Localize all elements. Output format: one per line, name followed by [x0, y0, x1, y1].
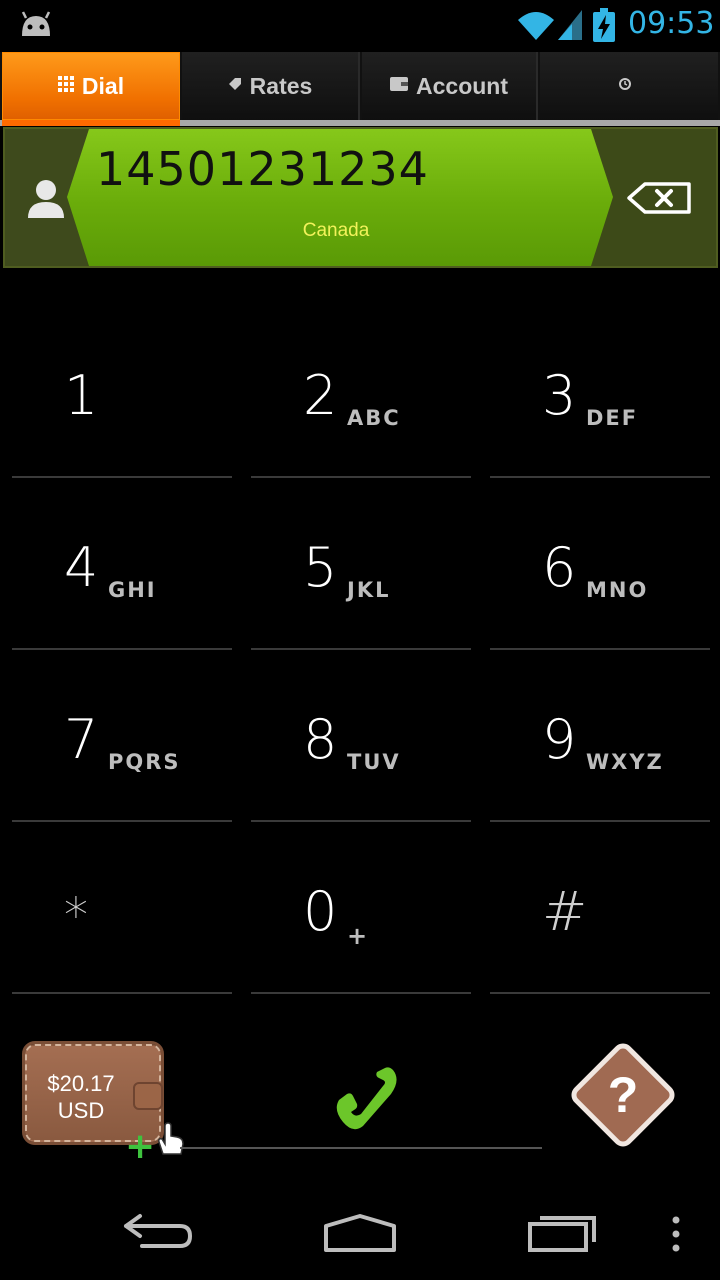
grid-icon: [57, 75, 74, 97]
key-letters: PQRS: [108, 750, 181, 774]
tab-indicator: [0, 120, 720, 126]
tab-label: Rates: [249, 72, 313, 99]
phone-icon: [336, 1067, 397, 1130]
android-icon: [21, 11, 51, 36]
key-9[interactable]: 9 WXYZ: [490, 650, 710, 822]
wallet-icon: [390, 76, 408, 96]
key-4[interactable]: 4 GHI: [12, 478, 232, 650]
plus-icon: +: [125, 1126, 156, 1167]
key-digit: 5: [303, 536, 338, 599]
key-letters: +: [347, 922, 370, 950]
tab-rates[interactable]: Rates: [182, 52, 360, 120]
key-digit: 7: [64, 708, 99, 771]
key-letters: TUV: [347, 750, 401, 774]
key-digit: 1: [64, 364, 99, 427]
status-bar: 09:53: [0, 0, 720, 50]
backspace-button[interactable]: [599, 129, 718, 266]
clock: 09:53: [628, 6, 715, 41]
tag-icon: [228, 77, 242, 96]
battery-charging-icon: [593, 8, 615, 42]
key-digit: 2: [303, 364, 338, 427]
help-button[interactable]: ?: [566, 1038, 680, 1152]
tab-bar: Dial Rates Account: [0, 52, 720, 126]
question-icon: ?: [571, 1043, 675, 1147]
dialed-number: 14501231234: [96, 142, 429, 196]
recent-apps-icon[interactable]: [526, 1208, 600, 1256]
key-0[interactable]: 0 +: [251, 822, 471, 994]
key-letters: JKL: [347, 578, 391, 602]
call-button[interactable]: [300, 1050, 430, 1150]
tab-history[interactable]: [540, 52, 718, 120]
navigation-bar: [0, 1190, 720, 1280]
key-letters: MNO: [586, 578, 649, 602]
back-icon[interactable]: [122, 1212, 194, 1252]
key-2[interactable]: 2 ABC: [251, 306, 471, 478]
key-digit: 3: [542, 364, 577, 427]
tab-label: Account: [416, 72, 508, 99]
overflow-menu-icon[interactable]: [670, 1216, 682, 1252]
key-star[interactable]: *: [12, 822, 232, 994]
balance-currency: USD: [57, 1098, 105, 1123]
key-digit: 6: [542, 536, 577, 599]
svg-text:?: ?: [608, 1067, 639, 1123]
tab-dial[interactable]: Dial: [2, 52, 180, 120]
key-letters: DEF: [586, 406, 639, 430]
key-letters: ABC: [347, 406, 401, 430]
tab-account[interactable]: Account: [362, 52, 538, 120]
country-label: Canada: [302, 220, 370, 241]
wifi-icon: [518, 12, 554, 40]
key-digit: 0: [303, 880, 338, 943]
key-6[interactable]: 6 MNO: [490, 478, 710, 650]
contact-icon: [28, 179, 64, 218]
backspace-icon: [626, 181, 691, 214]
key-8[interactable]: 8 TUV: [251, 650, 471, 822]
key-letters: GHI: [108, 578, 157, 602]
hand-pointer-icon: [158, 1122, 184, 1155]
key-digit: 8: [303, 708, 338, 771]
home-icon[interactable]: [322, 1212, 398, 1256]
key-5[interactable]: 5 JKL: [251, 478, 471, 650]
key-3[interactable]: 3 DEF: [490, 306, 710, 478]
balance-button[interactable]: $20.17 USD +: [22, 1041, 184, 1167]
key-digit: 4: [64, 536, 99, 599]
tab-label: Dial: [81, 72, 125, 99]
signal-icon: [558, 10, 582, 40]
balance-amount: $20.17: [47, 1071, 115, 1096]
key-pound[interactable]: #: [490, 822, 710, 994]
key-digit: #: [542, 880, 588, 943]
history-icon: [618, 77, 632, 96]
key-digit: *: [64, 888, 88, 944]
key-letters: WXYZ: [586, 750, 664, 774]
key-7[interactable]: 7 PQRS: [12, 650, 232, 822]
call-underline: [180, 1147, 542, 1149]
balance-display: $20.17 USD: [31, 1070, 131, 1124]
key-digit: 9: [542, 708, 577, 771]
key-1[interactable]: 1: [12, 306, 232, 478]
